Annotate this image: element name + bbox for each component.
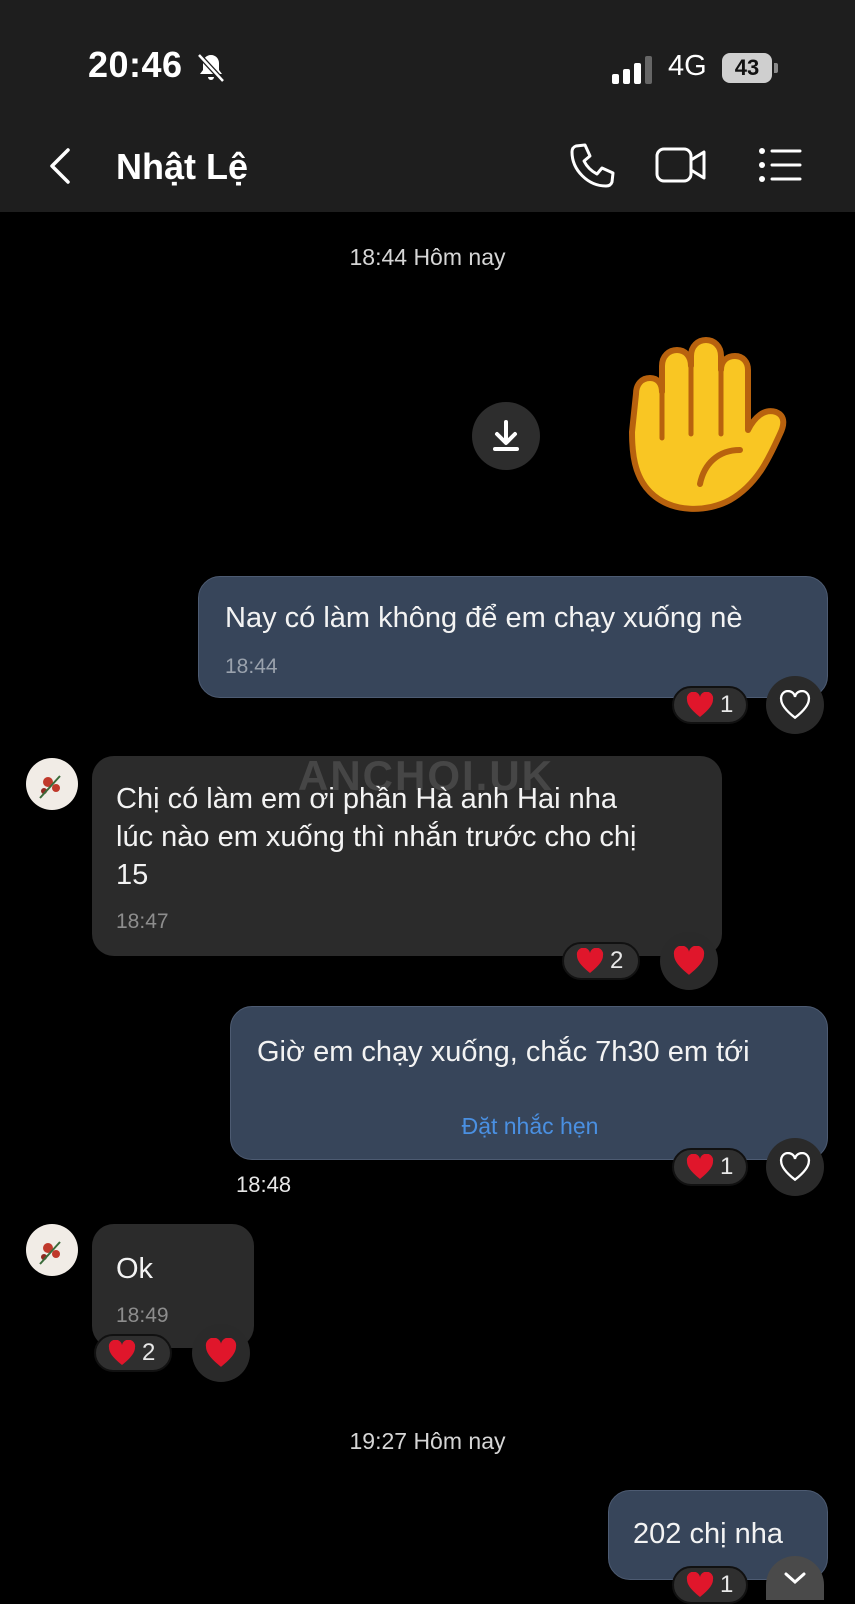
avatar-flower-icon [39,1241,61,1265]
back-chevron-icon[interactable] [42,144,76,188]
react-button[interactable] [766,1138,824,1196]
date-separator: 18:44 Hôm nay [349,244,506,270]
menu-list-icon[interactable] [756,140,810,190]
heart-outline-icon [779,690,811,720]
reaction-badge[interactable]: 1 [672,686,748,724]
date-separator: 19:27 Hôm nay [349,1428,506,1454]
network-type: 4G [668,50,707,82]
download-button[interactable] [472,402,540,470]
reaction-count: 2 [142,1339,156,1366]
battery-icon: 43 [722,53,778,83]
reaction-badge[interactable]: 2 [562,942,640,980]
avatar[interactable] [26,758,78,810]
battery-level: 43 [722,53,772,83]
heart-icon [686,692,714,717]
heart-icon [108,1340,136,1365]
status-time: 20:46 [88,44,183,85]
reaction-count: 1 [720,1571,734,1598]
phone-call-icon[interactable] [566,140,620,190]
raised-hand-sticker-icon[interactable] [616,334,796,534]
message-line: 15 [116,859,149,891]
download-icon [493,420,519,451]
react-button[interactable] [660,932,718,990]
heart-icon [686,1572,714,1597]
watermark: ANCHOI.UK [298,752,554,799]
react-button[interactable] [766,676,824,734]
message-text: 202 chị nha [633,1518,783,1550]
chevron-down-icon [784,1572,806,1585]
reaction-count: 2 [610,947,624,974]
message-text: Ok [116,1253,154,1285]
mute-bell-icon [197,53,225,83]
avatar-flower-icon [39,775,61,799]
heart-icon [673,946,705,975]
message-line: lúc nào em xuống thì nhắn trước cho chị [116,821,637,853]
heart-icon [686,1154,714,1179]
reaction-count: 1 [720,691,734,718]
message-bubble-outgoing[interactable]: Nay có làm không để em chạy xuống nè 18:… [198,576,828,698]
message-bubble-outgoing[interactable]: Giờ em chạy xuống, chắc 7h30 em tới Đặt … [230,1006,828,1160]
heart-outline-icon [779,1152,811,1182]
message-time: 18:47 [116,910,169,933]
react-button[interactable] [192,1324,250,1382]
heart-icon [576,948,604,973]
reaction-badge[interactable]: 1 [672,1148,748,1186]
reaction-badge[interactable]: 1 [672,1566,748,1604]
heart-icon [205,1338,237,1367]
message-text: Giờ em chạy xuống, chắc 7h30 em tới [257,1036,750,1068]
set-reminder-link[interactable]: Đặt nhắc hẹn [231,1113,829,1140]
message-time: 18:48 [236,1172,292,1197]
message-time: 18:49 [116,1304,169,1327]
video-call-icon[interactable] [654,140,708,190]
avatar[interactable] [26,1224,78,1276]
reaction-badge[interactable]: 2 [94,1334,172,1372]
reaction-count: 1 [720,1153,734,1180]
message-time: 18:44 [225,655,278,678]
signal-icon [612,56,652,84]
message-text: Nay có làm không để em chạy xuống nè [225,602,743,634]
contact-name[interactable]: Nhật Lệ [116,146,248,188]
